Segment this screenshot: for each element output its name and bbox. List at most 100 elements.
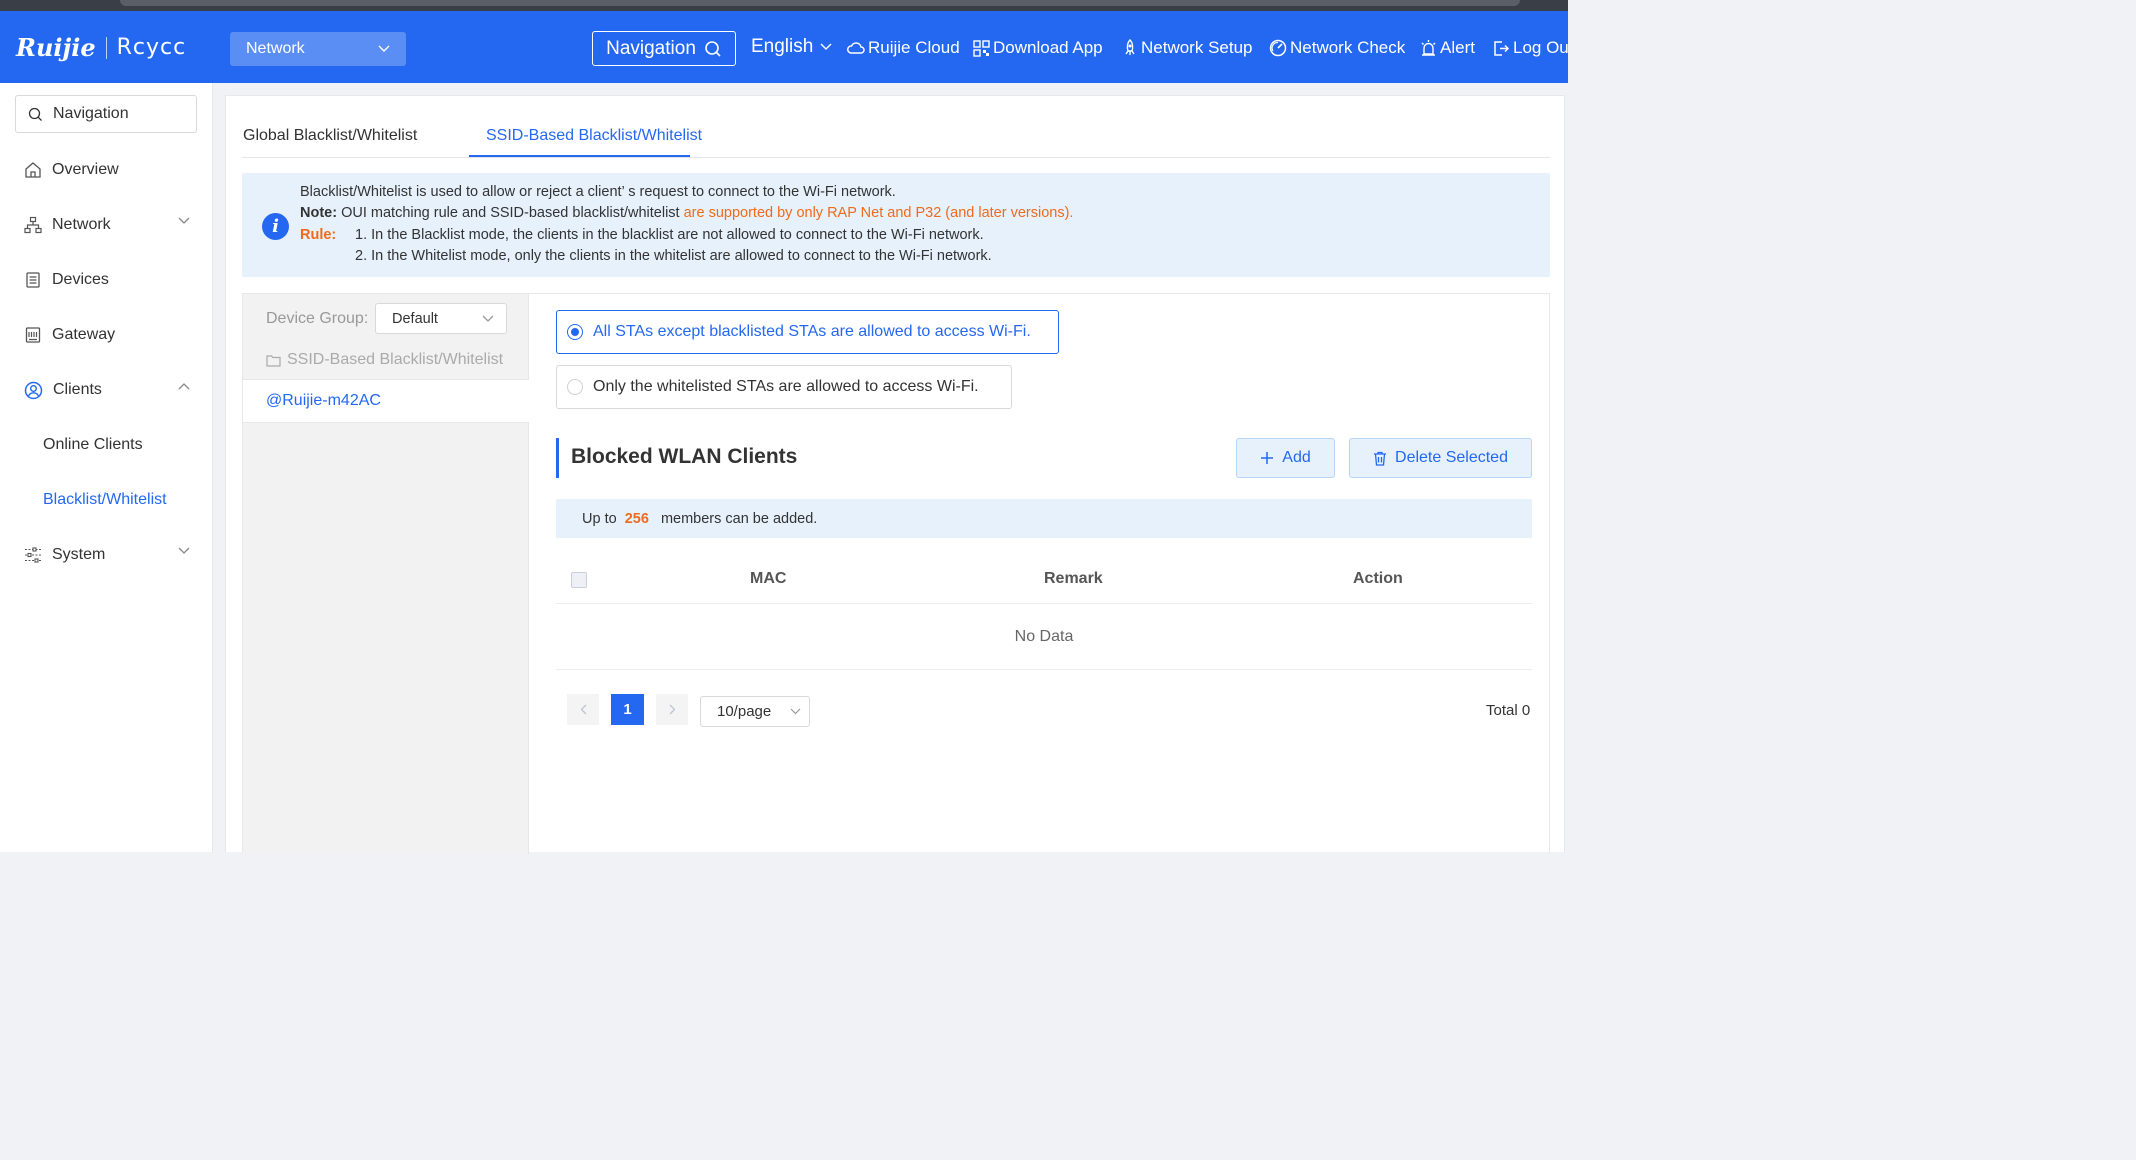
section-title: Blocked WLAN Clients — [571, 445, 798, 468]
column-header-mac[interactable]: MAC — [750, 570, 786, 588]
project-select[interactable]: Network — [230, 32, 406, 66]
sidebar-search-placeholder: Navigation — [53, 105, 129, 122]
blacklist-mode-label: All STAs except blacklisted STAs are all… — [593, 323, 1031, 340]
whitelist-mode-option[interactable]: Only the whitelisted STAs are allowed to… — [556, 365, 1012, 409]
device-icon — [26, 272, 40, 288]
ssid-folder[interactable]: SSID-Based Blacklist/Whitelist — [266, 351, 503, 369]
info-rule: Rule: — [300, 227, 336, 243]
gauge-icon — [1269, 39, 1287, 57]
device-group-select[interactable]: Default — [375, 303, 507, 334]
prev-page-button[interactable] — [567, 694, 599, 725]
rocket-icon — [1125, 39, 1135, 55]
ruijie-cloud-link[interactable]: Ruijie Cloud — [847, 38, 960, 58]
note-highlight: are supported by only RAP Net and P32 (a… — [683, 205, 1074, 221]
tab-global-blacklist-whitelist[interactable]: Global Blacklist/Whitelist — [243, 127, 417, 145]
sidebar-item-network[interactable]: Network — [24, 213, 194, 237]
chevron-left-icon — [580, 704, 586, 715]
ssid-tree-pane: Device Group: Default SSID-Based Blackli… — [243, 294, 529, 854]
sidebar-item-label: Network — [52, 216, 111, 233]
user-circle-icon — [24, 381, 43, 399]
rule-item: 2. In the Whitelist mode, only the clien… — [355, 248, 992, 264]
total-count: Total 0 — [1486, 702, 1531, 719]
chevron-right-icon — [669, 704, 675, 715]
tab-bar: Global Blacklist/Whitelist SSID-Based Bl… — [242, 96, 1550, 158]
brand-secondary: Rcycc — [116, 35, 187, 60]
network-check-label: Network Check — [1290, 38, 1406, 57]
project-select-value: Network — [246, 40, 305, 57]
device-group-value: Default — [392, 310, 438, 327]
download-app-label: Download App — [993, 38, 1103, 57]
plus-icon — [1261, 452, 1274, 464]
sidebar-item-devices[interactable]: Devices — [24, 268, 194, 292]
info-banner: i Blacklist/Whitelist is used to allow o… — [242, 173, 1550, 277]
sidebar-item-overview[interactable]: Overview — [24, 158, 194, 182]
chevron-down-icon — [482, 315, 494, 322]
limit-suffix: members can be added. — [652, 510, 818, 527]
whitelist-mode-label: Only the whitelisted STAs are allowed to… — [593, 378, 979, 395]
sidebar-item-gateway[interactable]: Gateway — [24, 323, 194, 347]
select-all-checkbox[interactable] — [571, 572, 587, 588]
qr-code-icon — [973, 39, 990, 57]
member-limit-banner: Up to 256 members can be added. — [556, 499, 1532, 538]
sidebar: Navigation Overview Network Devices Gate… — [0, 83, 213, 852]
chevron-down-icon — [178, 217, 190, 224]
add-button-label: Add — [1282, 449, 1311, 466]
trash-icon — [1374, 451, 1387, 466]
folder-icon — [266, 354, 281, 367]
tab-ssid-blacklist-whitelist[interactable]: SSID-Based Blacklist/Whitelist — [486, 127, 702, 145]
network-setup-label: Network Setup — [1141, 38, 1253, 57]
device-group-label: Device Group: — [266, 310, 369, 327]
blacklist-mode-radio[interactable] — [567, 324, 583, 340]
network-check-link[interactable]: Network Check — [1269, 38, 1405, 58]
alarm-icon — [1421, 40, 1436, 56]
note-label: Note: — [300, 205, 338, 221]
limit-value: 256 — [624, 510, 649, 527]
ssid-list-item[interactable]: @Ruijie-m42AC — [243, 379, 529, 423]
table-empty-state: No Data — [556, 604, 1532, 670]
sidebar-item-system[interactable]: System — [24, 543, 194, 567]
page-size-select[interactable]: 10/page — [700, 696, 810, 727]
info-icon: i — [262, 213, 289, 240]
sidebar-item-label: Clients — [53, 381, 102, 398]
navigation-button-label: Navigation — [606, 37, 696, 59]
alert-link[interactable]: Alert — [1420, 38, 1475, 58]
rule-item: 1. In the Blacklist mode, the clients in… — [355, 227, 984, 243]
sidebar-search-input[interactable]: Navigation — [15, 95, 197, 133]
table-header: MAC Remark Action — [556, 556, 1532, 604]
add-button[interactable]: Add — [1236, 438, 1335, 478]
alert-label: Alert — [1440, 38, 1475, 57]
chevron-down-icon — [790, 708, 801, 715]
page-size-value: 10/page — [717, 703, 772, 720]
logout-label: Log Ou — [1513, 38, 1569, 57]
download-app-link[interactable]: Download App — [973, 38, 1103, 58]
note-text: OUI matching rule and SSID-based blackli… — [337, 205, 684, 221]
brand-logo[interactable]: Ruijie Rcycc — [16, 33, 186, 62]
delete-selected-label: Delete Selected — [1395, 449, 1508, 466]
window-top-strip — [0, 0, 1568, 11]
main-panel: Global Blacklist/Whitelist SSID-Based Bl… — [225, 95, 1565, 854]
chevron-down-icon — [178, 547, 190, 554]
sidebar-item-clients[interactable]: Clients — [24, 378, 194, 402]
page-number-button[interactable]: 1 — [611, 694, 644, 725]
language-select[interactable]: English — [751, 36, 832, 58]
network-setup-link[interactable]: Network Setup — [1122, 38, 1253, 58]
cloud-icon — [847, 42, 865, 54]
info-note: Note: OUI matching rule and SSID-based b… — [300, 205, 1073, 221]
sidebar-item-online-clients[interactable]: Online Clients — [43, 436, 143, 454]
whitelist-mode-radio[interactable] — [567, 379, 583, 395]
rule-label: Rule: — [300, 227, 337, 243]
settings-sliders-icon — [25, 547, 41, 563]
chevron-up-icon — [178, 383, 190, 390]
sidebar-item-label: Devices — [52, 271, 109, 288]
blacklist-mode-option[interactable]: All STAs except blacklisted STAs are all… — [556, 310, 1059, 354]
brand-primary: Ruijie — [16, 33, 96, 62]
language-label: English — [751, 36, 814, 57]
browser-bar — [120, 0, 1520, 6]
logout-icon — [1494, 40, 1510, 56]
sidebar-item-blacklist-whitelist[interactable]: Blacklist/Whitelist — [43, 491, 167, 509]
navigation-button[interactable]: Navigation — [592, 31, 736, 66]
delete-selected-button[interactable]: Delete Selected — [1349, 438, 1532, 478]
logout-link[interactable]: Log Ou — [1493, 38, 1569, 58]
column-header-remark: Remark — [1044, 570, 1103, 587]
next-page-button[interactable] — [656, 694, 688, 725]
